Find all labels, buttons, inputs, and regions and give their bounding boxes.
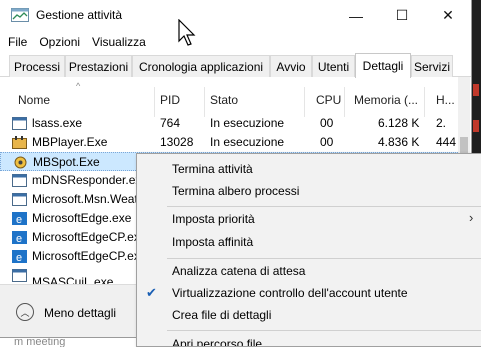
menu-item-set-priority[interactable]: Imposta priorità › — [137, 208, 481, 230]
column-header-handles[interactable]: H... — [436, 93, 455, 111]
menu-item-open-file-location[interactable]: Apri percorso file — [137, 333, 481, 347]
menu-item-label: Crea file di dettagli — [172, 308, 272, 322]
tab-users[interactable]: Utenti — [312, 55, 355, 77]
tab-services[interactable]: Servizi — [411, 55, 453, 77]
checkmark-icon: ✔ — [146, 285, 157, 300]
tab-processes[interactable]: Processi — [9, 55, 65, 77]
mouse-cursor-icon — [178, 19, 196, 46]
column-header-name[interactable]: Nome — [18, 93, 50, 111]
process-pid: 13028 — [160, 135, 194, 149]
column-header-pid[interactable]: PID — [160, 93, 180, 111]
exe-icon — [12, 193, 27, 206]
exe-icon — [12, 174, 27, 187]
fewer-details-link[interactable]: Meno dettagli — [44, 306, 116, 320]
tab-bar: Processi Prestazioni Cronologia applicaz… — [0, 53, 471, 78]
process-status: In esecuzione — [210, 135, 285, 149]
close-button[interactable]: ✕ — [425, 0, 471, 31]
edge-icon: e — [12, 212, 27, 225]
menu-item-label: Analizza catena di attesa — [172, 264, 306, 278]
menu-item-create-dump-file[interactable]: Crea file di dettagli — [137, 304, 481, 326]
window-title: Gestione attività — [36, 8, 123, 22]
mbspot-icon — [14, 156, 27, 169]
menu-item-label: Imposta priorità — [172, 212, 255, 226]
process-memory: 4.836 K — [378, 135, 420, 149]
process-pid: 764 — [160, 116, 181, 130]
process-cpu: 00 — [320, 135, 334, 149]
menu-item-label: Termina attività — [172, 162, 253, 176]
process-name: MicrosoftEdgeCP.exe — [32, 230, 147, 244]
title-bar[interactable]: Gestione attività — ☐ ✕ — [0, 0, 471, 31]
menu-bar: File Opzioni Visualizza — [0, 31, 471, 52]
process-cpu: 00 — [320, 116, 334, 130]
process-status: In esecuzione — [210, 116, 285, 130]
menu-item-set-affinity[interactable]: Imposta affinità — [137, 231, 481, 253]
menu-item-label: Termina albero processi — [172, 184, 300, 198]
column-header-status[interactable]: Stato — [210, 93, 238, 111]
context-menu: Termina attività Termina albero processi… — [136, 153, 481, 347]
svg-text:e: e — [16, 233, 22, 244]
process-handles: 444 — [436, 135, 457, 149]
chevron-up-icon[interactable]: ︿ — [16, 303, 34, 321]
maximize-button[interactable]: ☐ — [379, 0, 425, 31]
minimize-button[interactable]: — — [333, 0, 379, 31]
process-name: Microsoft.Msn.Weat — [32, 192, 138, 206]
menu-item-label: Virtualizzazione controllo dell'account … — [172, 286, 408, 300]
menu-item-uac-virtualization[interactable]: ✔ Virtualizzazione controllo dell'accoun… — [137, 282, 481, 304]
process-memory: 6.128 K — [378, 116, 420, 130]
menu-item-analyze-wait-chain[interactable]: Analizza catena di attesa — [137, 260, 481, 282]
table-row[interactable]: MBPlayer.Exe 13028 In esecuzione 00 4.83… — [0, 133, 460, 152]
edge-icon: e — [12, 231, 27, 244]
process-name: MicrosoftEdge.exe — [32, 211, 132, 225]
column-header-cpu[interactable]: CPU — [316, 93, 341, 111]
media-player-icon — [12, 136, 27, 149]
menu-item-label: Apri percorso file — [172, 337, 263, 347]
tab-app-history[interactable]: Cronologia applicazioni — [132, 55, 270, 77]
table-row[interactable]: lsass.exe 764 In esecuzione 00 6.128 K 2… — [0, 114, 460, 133]
menu-item-end-task[interactable]: Termina attività — [137, 158, 481, 180]
process-name: MSASCuiL.exe — [32, 275, 114, 284]
svg-text:e: e — [16, 252, 22, 263]
submenu-arrow-icon: › — [469, 210, 474, 225]
svg-text:e: e — [16, 214, 22, 225]
process-name: MBSpot.Exe — [33, 155, 100, 169]
tab-details[interactable]: Dettagli — [355, 53, 411, 78]
process-name: lsass.exe — [32, 116, 83, 130]
menu-item-label: Imposta affinità — [172, 235, 254, 249]
process-name: MBPlayer.Exe — [32, 135, 108, 149]
edge-icon: e — [12, 250, 27, 263]
menu-item-end-process-tree[interactable]: Termina albero processi — [137, 180, 481, 202]
exe-icon — [12, 117, 27, 130]
process-handles: 2. — [436, 116, 447, 130]
sort-ascending-icon: ^ — [76, 81, 81, 91]
process-name: mDNSResponder.exe — [32, 173, 149, 187]
column-header-memory[interactable]: Memoria (... — [354, 93, 418, 111]
menu-options[interactable]: Opzioni — [39, 35, 80, 49]
exe-icon — [12, 269, 27, 282]
menu-view[interactable]: Visualizza — [92, 35, 146, 49]
tab-performance[interactable]: Prestazioni — [65, 55, 132, 77]
task-manager-icon — [11, 8, 29, 22]
tab-startup[interactable]: Avvio — [270, 55, 312, 77]
process-name: MicrosoftEdgeCP.exe — [32, 249, 147, 263]
menu-file[interactable]: File — [8, 35, 27, 49]
